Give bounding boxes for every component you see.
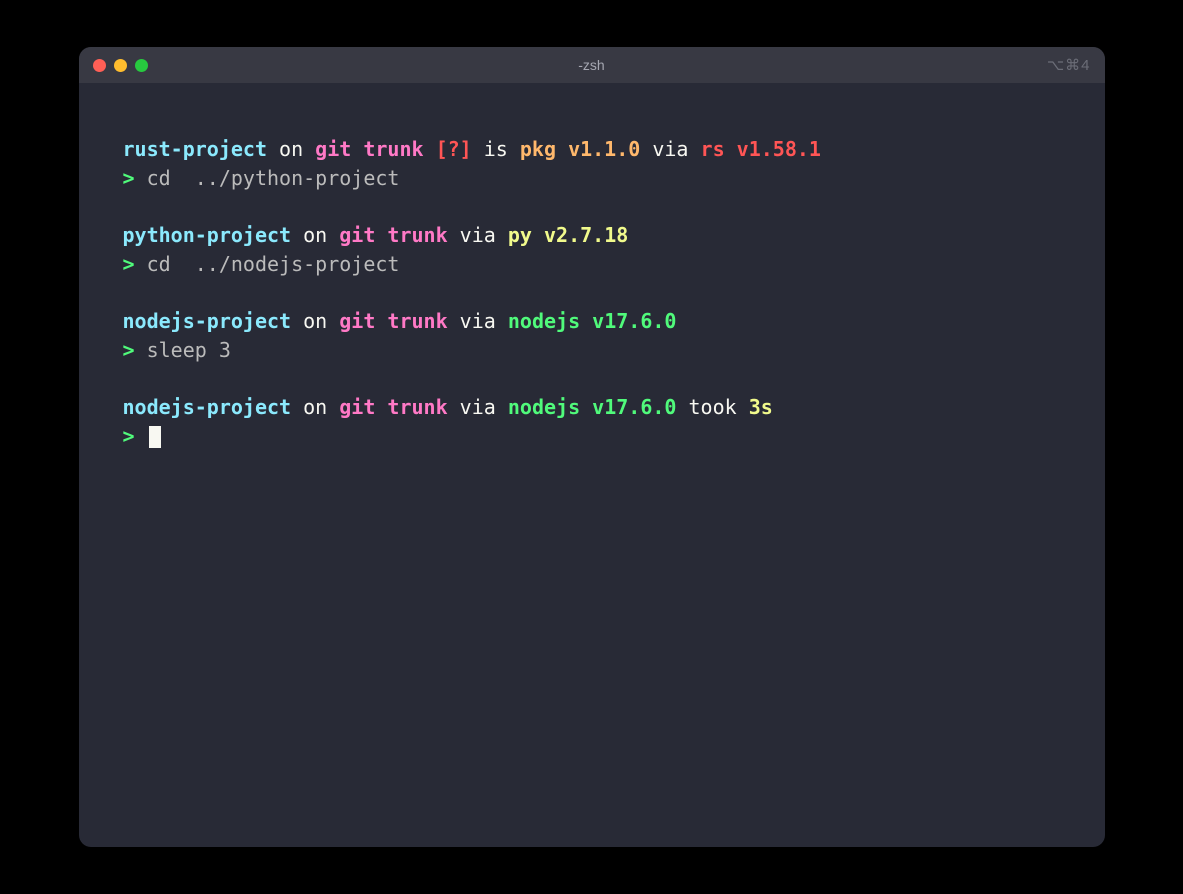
titlebar: -zsh ⌥⌘4 bbox=[79, 47, 1105, 83]
directory-segment: nodejs-project bbox=[123, 309, 292, 333]
separator-on: on bbox=[291, 223, 339, 247]
separator-via: via bbox=[448, 223, 508, 247]
duration-value: 3s bbox=[749, 395, 773, 419]
close-button[interactable] bbox=[93, 59, 106, 72]
git-label: git bbox=[339, 223, 387, 247]
language-version: v17.6.0 bbox=[592, 309, 676, 333]
package-label: pkg bbox=[520, 137, 568, 161]
prompt-char: > bbox=[123, 338, 147, 362]
git-branch: trunk bbox=[387, 309, 447, 333]
language-label: rs bbox=[701, 137, 737, 161]
separator-on: on bbox=[291, 309, 339, 333]
prompt-block: python-project on git trunk via py v2.7.… bbox=[123, 221, 1061, 279]
prompt-line: rust-project on git trunk [?] is pkg v1.… bbox=[123, 135, 1061, 164]
separator-on: on bbox=[267, 137, 315, 161]
separator-via: via bbox=[448, 309, 508, 333]
separator-on: on bbox=[291, 395, 339, 419]
git-status: [?] bbox=[436, 137, 472, 161]
git-label: git bbox=[339, 309, 387, 333]
separator-is: is bbox=[472, 137, 520, 161]
prompt-block: rust-project on git trunk [?] is pkg v1.… bbox=[123, 135, 1061, 193]
git-branch: trunk bbox=[387, 395, 447, 419]
prompt-line: nodejs-project on git trunk via nodejs v… bbox=[123, 307, 1061, 336]
separator-took: took bbox=[676, 395, 748, 419]
prompt-line: python-project on git trunk via py v2.7.… bbox=[123, 221, 1061, 250]
directory-segment: rust-project bbox=[123, 137, 268, 161]
directory-segment: nodejs-project bbox=[123, 395, 292, 419]
language-label: nodejs bbox=[508, 395, 592, 419]
language-version: v17.6.0 bbox=[592, 395, 676, 419]
command-line: > bbox=[123, 422, 1061, 451]
prompt-char: > bbox=[123, 166, 147, 190]
git-label: git bbox=[339, 395, 387, 419]
prompt-char: > bbox=[123, 252, 147, 276]
cursor bbox=[149, 426, 161, 448]
terminal-window: -zsh ⌥⌘4 rust-project on git trunk [?] i… bbox=[79, 47, 1105, 847]
separator-via: via bbox=[640, 137, 700, 161]
window-title: -zsh bbox=[578, 57, 604, 73]
command-text: cd ../python-project bbox=[147, 166, 400, 190]
prompt-block: nodejs-project on git trunk via nodejs v… bbox=[123, 393, 1061, 451]
git-branch: trunk bbox=[387, 223, 447, 247]
git-branch: trunk bbox=[363, 137, 435, 161]
command-line: > sleep 3 bbox=[123, 336, 1061, 365]
traffic-lights bbox=[93, 59, 148, 72]
directory-segment: python-project bbox=[123, 223, 292, 247]
prompt-line: nodejs-project on git trunk via nodejs v… bbox=[123, 393, 1061, 422]
minimize-button[interactable] bbox=[114, 59, 127, 72]
terminal-body[interactable]: rust-project on git trunk [?] is pkg v1.… bbox=[79, 83, 1105, 847]
language-label: py bbox=[508, 223, 544, 247]
separator-via: via bbox=[448, 395, 508, 419]
command-text: cd ../nodejs-project bbox=[147, 252, 400, 276]
command-line: > cd ../nodejs-project bbox=[123, 250, 1061, 279]
language-version: v1.58.1 bbox=[737, 137, 821, 161]
keyboard-shortcut-hint: ⌥⌘4 bbox=[1047, 56, 1091, 74]
prompt-block: nodejs-project on git trunk via nodejs v… bbox=[123, 307, 1061, 365]
command-text: sleep 3 bbox=[147, 338, 231, 362]
git-label: git bbox=[315, 137, 363, 161]
maximize-button[interactable] bbox=[135, 59, 148, 72]
language-label: nodejs bbox=[508, 309, 592, 333]
package-version: v1.1.0 bbox=[568, 137, 640, 161]
prompt-char: > bbox=[123, 424, 147, 448]
language-version: v2.7.18 bbox=[544, 223, 628, 247]
command-line: > cd ../python-project bbox=[123, 164, 1061, 193]
